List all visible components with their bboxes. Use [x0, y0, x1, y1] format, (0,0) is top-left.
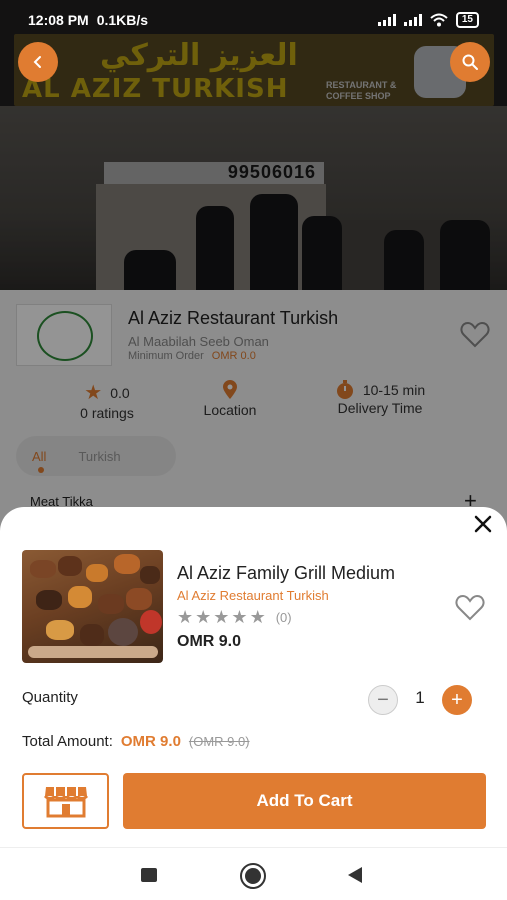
home-button[interactable]: [240, 863, 266, 889]
increase-quantity-button[interactable]: +: [442, 685, 472, 715]
add-to-cart-button[interactable]: Add To Cart: [123, 773, 486, 829]
screen: العزيز التركي AL AZIZ TURKISH RESTAURANT…: [0, 0, 507, 900]
total-amount-row: Total Amount: OMR 9.0 (OMR 9.0): [22, 733, 250, 750]
product-rating: ★ ★ ★ ★ ★ (0): [177, 608, 292, 626]
recent-apps-button[interactable]: [141, 868, 157, 882]
status-bar: 12:08 PM 0.1KB/s 15: [0, 0, 507, 40]
system-back-button[interactable]: [348, 867, 362, 883]
product-price: OMR 9.0: [177, 633, 242, 650]
plus-icon: +: [451, 689, 463, 711]
kebab-piece: [140, 566, 160, 584]
battery-indicator: 15: [455, 12, 479, 28]
total-original-amount: (OMR 9.0): [188, 734, 250, 749]
back-button[interactable]: [18, 42, 58, 82]
kebab-piece: [36, 590, 62, 610]
kebab-piece: [86, 564, 108, 582]
minus-icon: −: [377, 689, 389, 711]
star-icon: ★: [177, 607, 194, 627]
signal-icon: [403, 14, 422, 26]
close-button[interactable]: [470, 511, 496, 537]
decrease-quantity-button[interactable]: −: [368, 685, 398, 715]
quantity-value: 1: [415, 688, 425, 707]
product-image: [22, 550, 163, 663]
status-time: 12:08 PM: [28, 12, 89, 28]
heart-outline-icon: [455, 594, 485, 621]
close-icon: [474, 515, 492, 533]
signal-icon: [377, 14, 396, 26]
product-name: Al Aziz Family Grill Medium: [177, 563, 396, 583]
kebab-piece: [80, 624, 104, 646]
search-icon: [462, 54, 478, 70]
rating-count: (0): [275, 609, 292, 625]
star-icon: ★: [249, 607, 266, 627]
kebab-piece: [126, 588, 152, 610]
plate-edge: [28, 646, 158, 658]
quantity-label: Quantity: [22, 689, 78, 706]
kebab-piece: [68, 586, 92, 608]
kebab-piece: [140, 610, 162, 634]
product-restaurant: Al Aziz Restaurant Turkish: [177, 588, 329, 603]
total-amount: OMR 9.0: [120, 733, 181, 750]
status-network-speed: 0.1KB/s: [96, 12, 149, 28]
kebab-piece: [114, 554, 140, 574]
kebab-piece: [108, 618, 138, 646]
favorite-product-button[interactable]: [455, 594, 485, 626]
kebab-piece: [58, 556, 82, 576]
total-label: Total Amount:: [22, 733, 113, 750]
store-button[interactable]: [22, 773, 109, 829]
chevron-left-icon: [33, 56, 41, 68]
search-button[interactable]: [450, 42, 490, 82]
product-bottom-sheet: Al Aziz Family Grill Medium Al Aziz Rest…: [0, 507, 507, 847]
system-navigation-bar: [0, 847, 507, 900]
kebab-piece: [30, 560, 56, 578]
star-icon: ★: [195, 607, 212, 627]
store-icon: [43, 787, 88, 818]
star-icon: ★: [213, 607, 230, 627]
wifi-icon: [430, 13, 448, 27]
star-icon: ★: [231, 607, 248, 627]
kebab-piece: [46, 620, 74, 640]
kebab-piece: [98, 594, 124, 614]
